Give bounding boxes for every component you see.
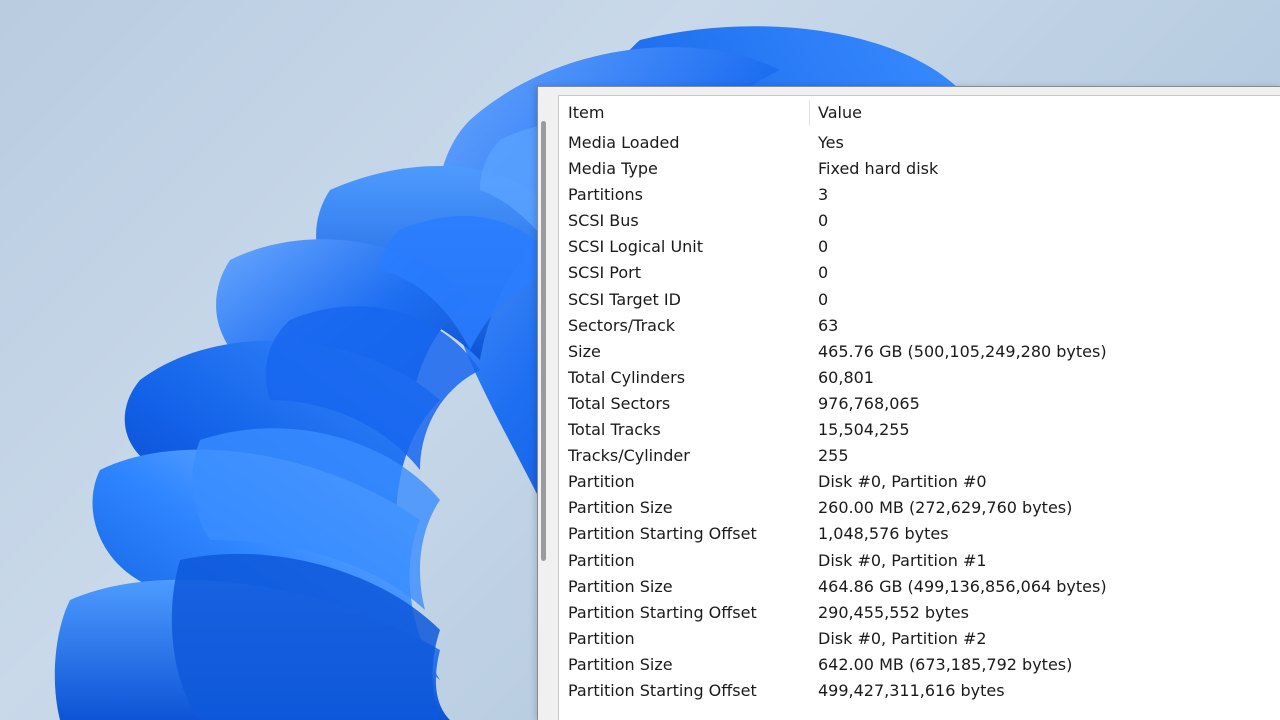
item-cell: Sectors/Track [568, 315, 676, 335]
item-cell: Partition [568, 550, 635, 570]
table-row[interactable]: Partition Starting Offset 499,427,311,616… [559, 678, 1280, 704]
value-cell: 0 [818, 211, 829, 231]
item-cell: SCSI Bus [568, 211, 639, 231]
item-cell: SCSI Target ID [568, 289, 681, 309]
item-cell: Media Type [568, 159, 658, 179]
value-cell: Disk #0, Partition #1 [818, 550, 987, 570]
value-cell: 1,048,576 bytes [818, 524, 949, 544]
system-information-window: Item Value Media Loaded Yes Media Type Fixe… [537, 86, 1280, 720]
table-row[interactable]: Partitions 3 [559, 182, 1280, 208]
column-header-row: Item Value [559, 96, 1280, 130]
item-cell: Partition Starting Offset [568, 680, 757, 700]
column-divider[interactable] [809, 100, 810, 126]
table-row[interactable]: Partition Disk #0, Partition #1 [559, 548, 1280, 574]
value-cell: Disk #0, Partition #0 [818, 472, 987, 492]
column-header-item[interactable]: Item [568, 96, 604, 130]
value-cell: 0 [818, 237, 829, 257]
item-cell: Total Tracks [568, 420, 661, 440]
table-row[interactable]: Size 465.76 GB (500,105,249,280 bytes) [559, 339, 1280, 365]
table-row[interactable]: Partition Size 642.00 MB (673,185,792 byt… [559, 652, 1280, 678]
item-cell: SCSI Port [568, 263, 642, 283]
value-cell: 499,427,311,616 bytes [818, 680, 1005, 700]
table-row[interactable]: Partition Disk #0, Partition #0 [559, 469, 1280, 495]
value-cell: 290,455,552 bytes [818, 602, 969, 622]
column-header-value[interactable]: Value [818, 96, 862, 130]
table-row[interactable]: SCSI Bus 0 [559, 208, 1280, 234]
value-cell: 642.00 MB (673,185,792 bytes) [818, 654, 1073, 674]
item-cell: Partition Size [568, 576, 673, 596]
item-cell: Partition Starting Offset [568, 602, 757, 622]
table-row[interactable]: SCSI Logical Unit 0 [559, 234, 1280, 260]
value-cell: 63 [818, 315, 839, 335]
table-row[interactable]: Tracks/Cylinder 255 [559, 443, 1280, 469]
item-cell: Partition Size [568, 498, 673, 518]
table-row[interactable]: Partition Size 260.00 MB (272,629,760 byt… [559, 495, 1280, 521]
item-cell: Total Sectors [568, 393, 671, 413]
value-cell: Disk #0, Partition #2 [818, 628, 987, 648]
table-row[interactable]: SCSI Port 0 [559, 260, 1280, 286]
table-row[interactable]: Partition Starting Offset 290,455,552 byt… [559, 600, 1280, 626]
item-cell: Partition Starting Offset [568, 524, 757, 544]
item-cell: Partition Size [568, 654, 673, 674]
table-row[interactable]: Total Sectors 976,768,065 [559, 391, 1280, 417]
value-cell: 255 [818, 446, 849, 466]
table-row[interactable]: SCSI Target ID 0 [559, 287, 1280, 313]
value-cell: 15,504,255 [818, 420, 910, 440]
value-cell: 3 [818, 185, 829, 205]
item-cell: Partition [568, 472, 635, 492]
value-cell: Fixed hard disk [818, 159, 939, 179]
scrollbar-thumb[interactable] [541, 121, 546, 561]
value-cell: 465.76 GB (500,105,249,280 bytes) [818, 341, 1107, 361]
table-row[interactable]: Sectors/Track 63 [559, 313, 1280, 339]
value-cell: 0 [818, 289, 829, 309]
left-pane-scrollbar[interactable] [538, 87, 558, 720]
value-cell: 0 [818, 263, 829, 283]
item-cell: Tracks/Cylinder [568, 446, 690, 466]
item-cell: Media Loaded [568, 133, 680, 152]
table-row[interactable]: Partition Size 464.86 GB (499,136,856,064… [559, 574, 1280, 600]
table-row[interactable]: Partition Starting Offset 1,048,576 bytes [559, 521, 1280, 547]
value-cell: 464.86 GB (499,136,856,064 bytes) [818, 576, 1107, 596]
item-cell: Partitions [568, 185, 644, 205]
value-cell: 260.00 MB (272,629,760 bytes) [818, 498, 1073, 518]
table-row[interactable]: Media Type Fixed hard disk [559, 156, 1280, 182]
item-cell: SCSI Logical Unit [568, 237, 704, 257]
table-row[interactable]: Total Cylinders 60,801 [559, 365, 1280, 391]
table-row[interactable]: Total Tracks 15,504,255 [559, 417, 1280, 443]
item-cell: Total Cylinders [568, 367, 686, 387]
value-cell: 976,768,065 [818, 393, 920, 413]
item-cell: Partition [568, 628, 635, 648]
item-cell: Size [568, 341, 601, 361]
table-row[interactable]: Partition Disk #0, Partition #2 [559, 626, 1280, 652]
table-body: Media Loaded Yes Media Type Fixed hard disk… [559, 130, 1280, 704]
value-cell: 60,801 [818, 367, 874, 387]
details-list-view[interactable]: Item Value Media Loaded Yes Media Type Fixe… [558, 95, 1280, 720]
table-row[interactable]: Media Loaded Yes [559, 130, 1280, 156]
value-cell: Yes [818, 133, 844, 152]
